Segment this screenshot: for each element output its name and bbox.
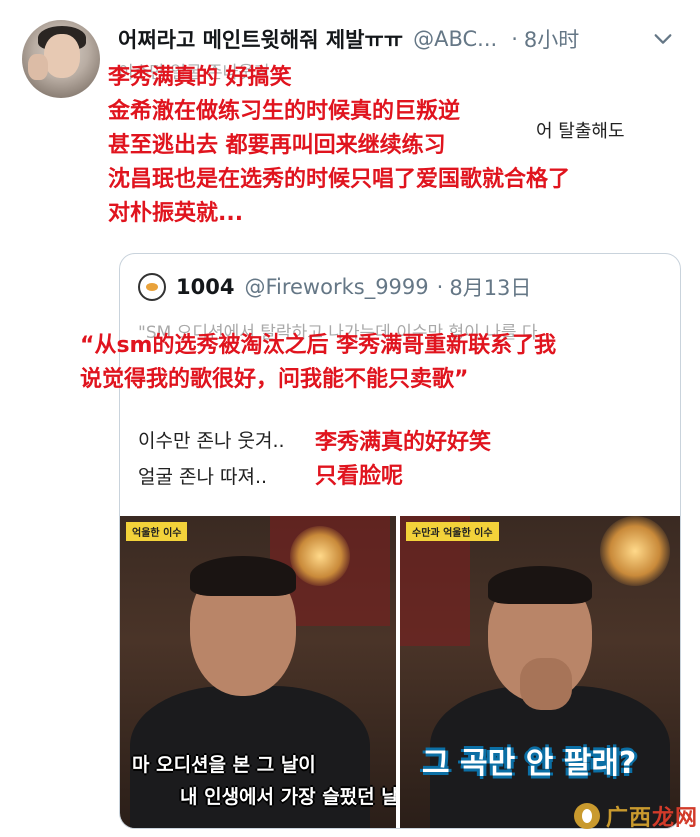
show-caption-tag: 수만과 억울한 이수	[406, 522, 499, 541]
video-subtitle: 내 인생에서 가장 슬펐던 날	[180, 786, 396, 808]
avatar-hand	[28, 54, 48, 80]
quoted-text-line: 얼굴 존나 따져..	[138, 466, 268, 488]
show-caption-tag: 억울한 이수	[126, 522, 188, 541]
quoted-avatar[interactable]	[138, 273, 166, 301]
overlay-caption-line: 金希澈在做练习生的时候真的巨叛逆	[108, 99, 461, 124]
quoted-display-name[interactable]: 1004	[176, 275, 234, 299]
quoted-handle[interactable]: @Fireworks_9999	[244, 275, 428, 299]
quoted-text-line: 이수만 존나 웃겨..	[138, 430, 285, 452]
separator-dot: ·	[511, 27, 518, 51]
overlay-caption-line: 李秀满真的好好笑	[315, 430, 492, 455]
chevron-down-icon[interactable]	[652, 28, 674, 50]
quoted-header: 1004 @Fireworks_9999 · 8月13日	[138, 272, 531, 302]
video-subtitle: 그 곡만 안 팔래?	[422, 746, 637, 781]
separator-dot: ·	[436, 275, 444, 299]
overlay-caption-line: 对朴振英就...	[108, 201, 244, 226]
author-avatar[interactable]	[22, 20, 100, 98]
overlay-caption-line: 说觉得我的歌很好，问我能不能只卖歌”	[80, 367, 469, 392]
author-display-name[interactable]: 어쩌라고 메인트윗해줘 제발ㅠㅠ	[118, 24, 403, 54]
site-watermark: 广西龙网	[574, 800, 698, 832]
watermark-text-part: 龙网	[652, 806, 699, 831]
overlay-caption-line: “从sm的选秀被淘汰之后 李秀满哥重新联系了我	[80, 333, 557, 358]
author-handle[interactable]: @ABC...	[413, 27, 497, 51]
person-hand	[520, 658, 572, 710]
tweet-header: 어쩌라고 메인트윗해줘 제발ㅠㅠ @ABC... · 8小时	[118, 26, 688, 52]
lamp	[290, 526, 350, 586]
overlay-caption-line: 李秀满真的 好搞笑	[108, 65, 292, 90]
person-hair	[190, 556, 296, 596]
overlay-caption-line: 只看脸呢	[315, 464, 404, 489]
overlay-caption-line: 沈昌珉也是在选秀的时候只唱了爱国歌就合格了	[108, 167, 571, 192]
media-image-right[interactable]: 수만과 억울한 이수 그 곡만 안 팔래?	[400, 516, 680, 828]
watermark-text: 广西龙网	[606, 800, 698, 832]
quoted-date[interactable]: 8月13日	[449, 272, 531, 302]
lamp	[600, 516, 670, 586]
tweet-timestamp[interactable]: 8小时	[524, 24, 579, 54]
person-hair	[488, 566, 592, 604]
media-image-left[interactable]: 억울한 이수 마 오디션을 본 그 날이 내 인생에서 가장 슬펐던 날	[120, 516, 396, 828]
tweet-body-fragment: 어 탈출해도	[536, 121, 625, 142]
overlay-caption-line: 甚至逃出去 都要再叫回来继续练习	[108, 133, 446, 158]
avatar-face	[44, 34, 80, 78]
watermark-text-part: 广西	[606, 806, 653, 831]
watermark-logo-icon	[574, 803, 600, 829]
video-subtitle: 마 오디션을 본 그 날이	[132, 754, 316, 776]
